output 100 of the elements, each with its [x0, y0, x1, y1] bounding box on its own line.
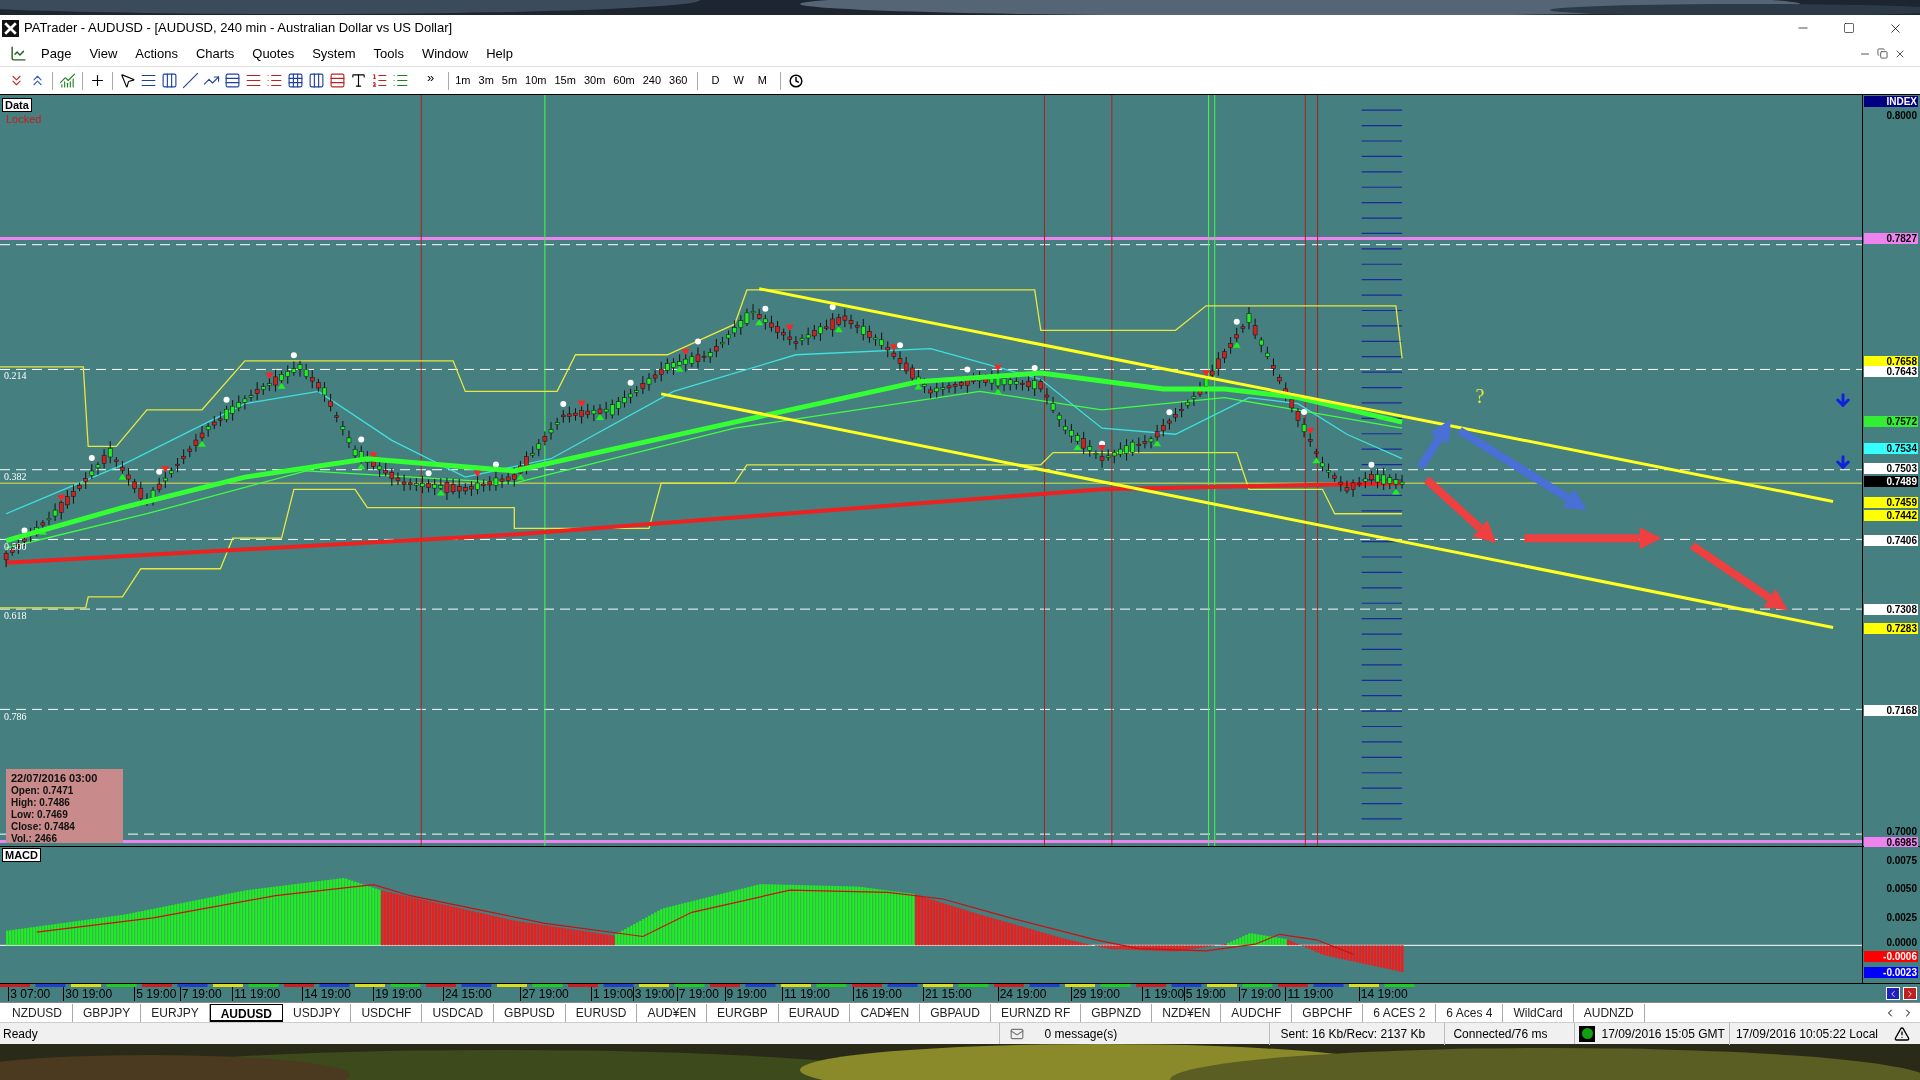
menu-item[interactable]: Page [32, 43, 81, 64]
symbol-tab[interactable]: GBPJPY [73, 1003, 142, 1022]
period-button[interactable]: M [752, 72, 772, 89]
price-label: 0.7503 [1864, 463, 1918, 475]
symbol-tab[interactable]: 6 ACES 2 [1363, 1003, 1437, 1022]
timeframe-button[interactable]: 360 [667, 72, 690, 89]
symbol-tab[interactable]: AUDCHF [1221, 1003, 1293, 1022]
period-button[interactable]: D [706, 72, 725, 89]
horizontal-lines-icon[interactable] [140, 72, 157, 89]
symbol-tab[interactable]: WildCard [1503, 1003, 1574, 1022]
trend-line-icon[interactable] [182, 72, 199, 89]
symbol-tab[interactable]: GBPAUD [920, 1003, 991, 1022]
time-label: 14 19:00 [1358, 987, 1408, 1001]
timeframe-button[interactable]: 15m [552, 72, 578, 89]
symbol-tab[interactable]: USDJPY [283, 1003, 352, 1022]
more-tools-button[interactable]: » [427, 67, 435, 88]
symbol-tab[interactable]: GBPNZD [1081, 1003, 1153, 1022]
timeframe-button[interactable]: 3m [476, 72, 496, 89]
menu-item[interactable]: Actions [126, 43, 187, 64]
candle-date: 22/07/2016 03:00 [11, 771, 99, 785]
symbol-tab[interactable]: CAD¥EN [850, 1003, 921, 1022]
macd-value-label: 0.0000 [1885, 936, 1918, 948]
rows-icon[interactable] [329, 72, 346, 89]
symbol-tab[interactable]: GBPUSD [494, 1003, 566, 1022]
fibonacci-level-label: 0.214 [4, 371, 27, 382]
symbol-tab[interactable]: EURGBP [707, 1003, 779, 1022]
period-button[interactable]: W [728, 72, 749, 89]
lines-icon[interactable] [245, 72, 262, 89]
macd-value-label: 0.0025 [1885, 911, 1918, 923]
annotation-text: ? [1475, 385, 1485, 406]
price-label: 0.7827 [1864, 233, 1918, 245]
menu-item[interactable]: Help [477, 43, 522, 64]
messages-count: 0 message(s) [1044, 1025, 1118, 1043]
gmt-time: 17/09/2016 15:05 GMT [1601, 1025, 1725, 1043]
candle-value: Close: 0.7484 [11, 821, 76, 833]
time-label: 3 19:00 [632, 987, 675, 1001]
price-label: INDEX [1864, 96, 1918, 108]
cursor-icon[interactable] [119, 72, 136, 89]
columns-icon[interactable] [308, 72, 325, 89]
timeframe-button[interactable]: 10m [523, 72, 549, 89]
symbol-tab[interactable]: USDCHF [351, 1003, 423, 1022]
symbol-tab[interactable]: AUDUSD [209, 1003, 284, 1022]
clock-icon[interactable] [788, 73, 803, 88]
menu-item[interactable]: Charts [186, 43, 244, 64]
price-label: 0.7643 [1864, 365, 1918, 377]
timeframe-button[interactable]: 5m [499, 72, 520, 89]
symbol-tab[interactable]: AUD¥EN [637, 1003, 708, 1022]
scroll-left-icon[interactable] [1886, 987, 1900, 1000]
macd-value-label: -0.0006 [1864, 950, 1918, 962]
grid-icon[interactable] [287, 72, 304, 89]
price-label: 0.7406 [1864, 534, 1918, 546]
connection-status-icon [1579, 1025, 1596, 1042]
symbol-tab[interactable]: USDCAD [422, 1003, 495, 1022]
symbol-tab[interactable]: EURJPY [141, 1003, 210, 1022]
menu-item[interactable]: Quotes [243, 43, 304, 64]
timeframe-button[interactable]: 60m [611, 72, 637, 89]
down-arrow-icon [1833, 391, 1852, 410]
connection-text: Connected/76 ms [1444, 1022, 1575, 1045]
vertical-lines-icon[interactable] [161, 72, 178, 89]
symbol-tab[interactable]: EURUSD [565, 1003, 638, 1022]
time-label: 30 19:00 [63, 987, 113, 1001]
chart-icon [10, 45, 27, 62]
crosshair-icon[interactable] [89, 72, 106, 89]
menu-item[interactable]: Window [412, 43, 478, 64]
price-label: 0.7283 [1864, 622, 1918, 634]
time-label: 1 19:00 [1142, 987, 1185, 1001]
price-label: 0.7459 [1864, 496, 1918, 508]
symbol-tab[interactable]: NZDUSD [2, 1003, 73, 1022]
symbol-tab[interactable]: EURAUD [778, 1003, 851, 1022]
symbol-tab[interactable]: GBPCHF [1292, 1003, 1364, 1022]
time-label: 7 19:00 [1238, 987, 1281, 1001]
timeframe-button[interactable]: 1m [453, 72, 473, 89]
price-label: 0.7572 [1864, 415, 1918, 427]
menu-item[interactable]: View [80, 43, 127, 64]
list-icon[interactable] [392, 72, 409, 89]
text-icon[interactable] [350, 72, 367, 89]
macd-value-label: -0.0023 [1864, 966, 1918, 978]
symbol-tab[interactable]: EURNZD RF [990, 1003, 1082, 1022]
symbol-tab[interactable]: NZD¥EN [1152, 1003, 1222, 1022]
scroll-right-icon[interactable] [1903, 987, 1917, 1000]
timeframe-button[interactable]: 240 [640, 72, 664, 89]
channel-icon[interactable] [224, 72, 241, 89]
data-label: Data [2, 98, 32, 112]
symbol-tab[interactable]: 6 Aces 4 [1436, 1003, 1504, 1022]
menu-item[interactable]: System [303, 43, 365, 64]
candle-value: Low: 0.7469 [11, 809, 69, 821]
price-label: 0.7000 [1885, 825, 1918, 837]
price-label: 0.7168 [1864, 704, 1918, 716]
time-label: 7 19:00 [179, 987, 222, 1001]
maximize-icon[interactable] [1843, 22, 1855, 34]
restore-icon[interactable] [1877, 48, 1888, 59]
time-label: 27 19:00 [520, 987, 569, 1001]
list-icon[interactable] [371, 72, 388, 89]
menu-item[interactable]: Tools [364, 43, 413, 64]
symbol-tab[interactable]: AUDNZD [1573, 1003, 1645, 1022]
warning-icon [1894, 1025, 1910, 1042]
fibonacci-level-label: 0.382 [4, 471, 27, 482]
list-icon[interactable] [266, 72, 283, 89]
bar-chart-icon[interactable] [59, 72, 76, 89]
timeframe-button[interactable]: 30m [581, 72, 608, 89]
